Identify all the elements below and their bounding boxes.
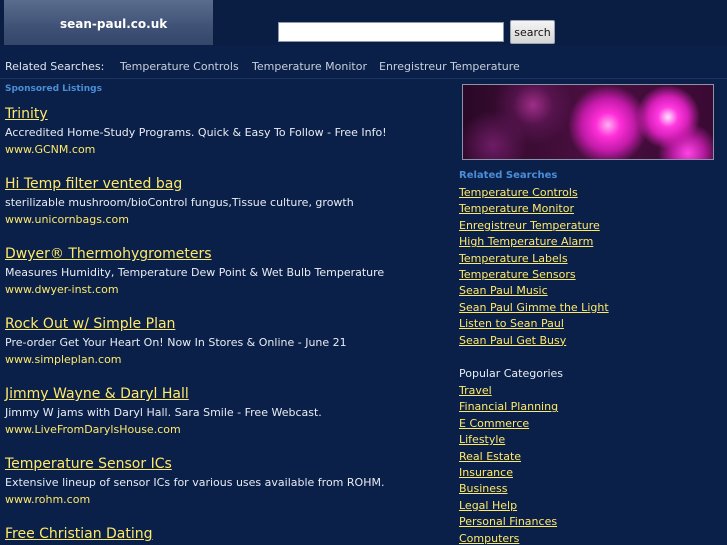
sponsored-listings-heading: Sponsored Listings — [5, 84, 102, 94]
category-link[interactable]: Insurance — [459, 465, 558, 481]
related-search-link[interactable]: Enregistreur Temperature — [459, 218, 609, 234]
listing-url-link[interactable]: www.GCNM.com — [5, 143, 445, 156]
listing-description: Accredited Home-Study Programs. Quick & … — [5, 126, 387, 139]
category-link[interactable]: E Commerce — [459, 416, 558, 432]
category-link[interactable]: Computers — [459, 531, 558, 545]
listing-url-link[interactable]: www.LiveFromDarylsHouse.com — [5, 423, 445, 436]
related-bar-link[interactable]: Temperature Controls — [120, 60, 239, 73]
listing-title-link[interactable]: Hi Temp filter vented bag — [5, 176, 445, 193]
sponsored-listing: Temperature Sensor ICs Extensive lineup … — [5, 456, 445, 506]
listing-url-link[interactable]: www.simpleplan.com — [5, 353, 445, 366]
header: sean-paul.co.uk search — [0, 0, 727, 45]
listing-url-link[interactable]: www.rohm.com — [5, 493, 445, 506]
listing-description: Measures Humidity, Temperature Dew Point… — [5, 266, 385, 279]
listing-title-link[interactable]: Trinity — [5, 106, 445, 123]
popular-categories-heading: Popular Categories — [459, 367, 564, 380]
related-search-link[interactable]: Sean Paul Music — [459, 283, 609, 299]
related-searches-heading: Related Searches — [459, 170, 558, 181]
listing-url-link[interactable]: www.unicornbags.com — [5, 213, 445, 226]
sponsored-listing: Free Christian Dating — [5, 526, 445, 543]
related-search-link[interactable]: Sean Paul Get Busy — [459, 333, 609, 349]
category-link[interactable]: Lifestyle — [459, 432, 558, 448]
sponsored-listing: Trinity Accredited Home-Study Programs. … — [5, 106, 445, 156]
related-search-link[interactable]: Listen to Sean Paul — [459, 316, 609, 332]
category-link[interactable]: Financial Planning — [459, 399, 558, 415]
related-search-link[interactable]: Temperature Controls — [459, 185, 609, 201]
search-input[interactable] — [278, 22, 504, 42]
sponsored-listing: Jimmy Wayne & Daryl Hall Jimmy W jams wi… — [5, 386, 445, 436]
related-search-link[interactable]: High Temperature Alarm — [459, 234, 609, 250]
category-link[interactable]: Real Estate — [459, 449, 558, 465]
listing-title-link[interactable]: Rock Out w/ Simple Plan — [5, 316, 445, 333]
search-button[interactable]: search — [510, 20, 555, 44]
divider — [0, 78, 727, 79]
popular-categories-list: Travel Financial Planning E Commerce Lif… — [459, 383, 558, 545]
listing-title-link[interactable]: Jimmy Wayne & Daryl Hall — [5, 386, 445, 403]
related-searches-bar: Related Searches: Temperature Controls T… — [0, 57, 727, 77]
related-bar-link[interactable]: Temperature Monitor — [252, 60, 367, 73]
related-searches-list: Temperature Controls Temperature Monitor… — [459, 185, 609, 349]
listing-title-link[interactable]: Temperature Sensor ICs — [5, 456, 445, 473]
related-bar-link[interactable]: Enregistreur Temperature — [379, 60, 520, 73]
related-search-link[interactable]: Temperature Sensors — [459, 267, 609, 283]
listing-title-link[interactable]: Free Christian Dating — [5, 526, 445, 543]
category-link[interactable]: Personal Finances — [459, 514, 558, 530]
category-link[interactable]: Business — [459, 481, 558, 497]
sponsored-listing: Hi Temp filter vented bag sterilizable m… — [5, 176, 445, 226]
related-search-link[interactable]: Temperature Labels — [459, 251, 609, 267]
related-search-link[interactable]: Sean Paul Gimme the Light — [459, 300, 609, 316]
listing-description: sterilizable mushroom/bioControl fungus,… — [5, 196, 354, 209]
sponsored-listing: Rock Out w/ Simple Plan Pre-order Get Yo… — [5, 316, 445, 366]
listing-description: Extensive lineup of sensor ICs for vario… — [5, 476, 385, 489]
listing-title-link[interactable]: Dwyer® Thermohygrometers — [5, 246, 445, 263]
category-link[interactable]: Travel — [459, 383, 558, 399]
category-link[interactable]: Legal Help — [459, 498, 558, 514]
listing-description: Jimmy W jams with Daryl Hall. Sara Smile… — [5, 406, 322, 419]
sponsored-listing: Dwyer® Thermohygrometers Measures Humidi… — [5, 246, 445, 296]
related-searches-label: Related Searches: — [5, 60, 105, 73]
site-logo[interactable]: sean-paul.co.uk — [4, 0, 213, 45]
related-search-link[interactable]: Temperature Monitor — [459, 201, 609, 217]
site-name: sean-paul.co.uk — [60, 17, 168, 31]
bokeh-photo — [462, 84, 714, 160]
listing-description: Pre-order Get Your Heart On! Now In Stor… — [5, 336, 347, 349]
listing-url-link[interactable]: www.dwyer-inst.com — [5, 283, 445, 296]
